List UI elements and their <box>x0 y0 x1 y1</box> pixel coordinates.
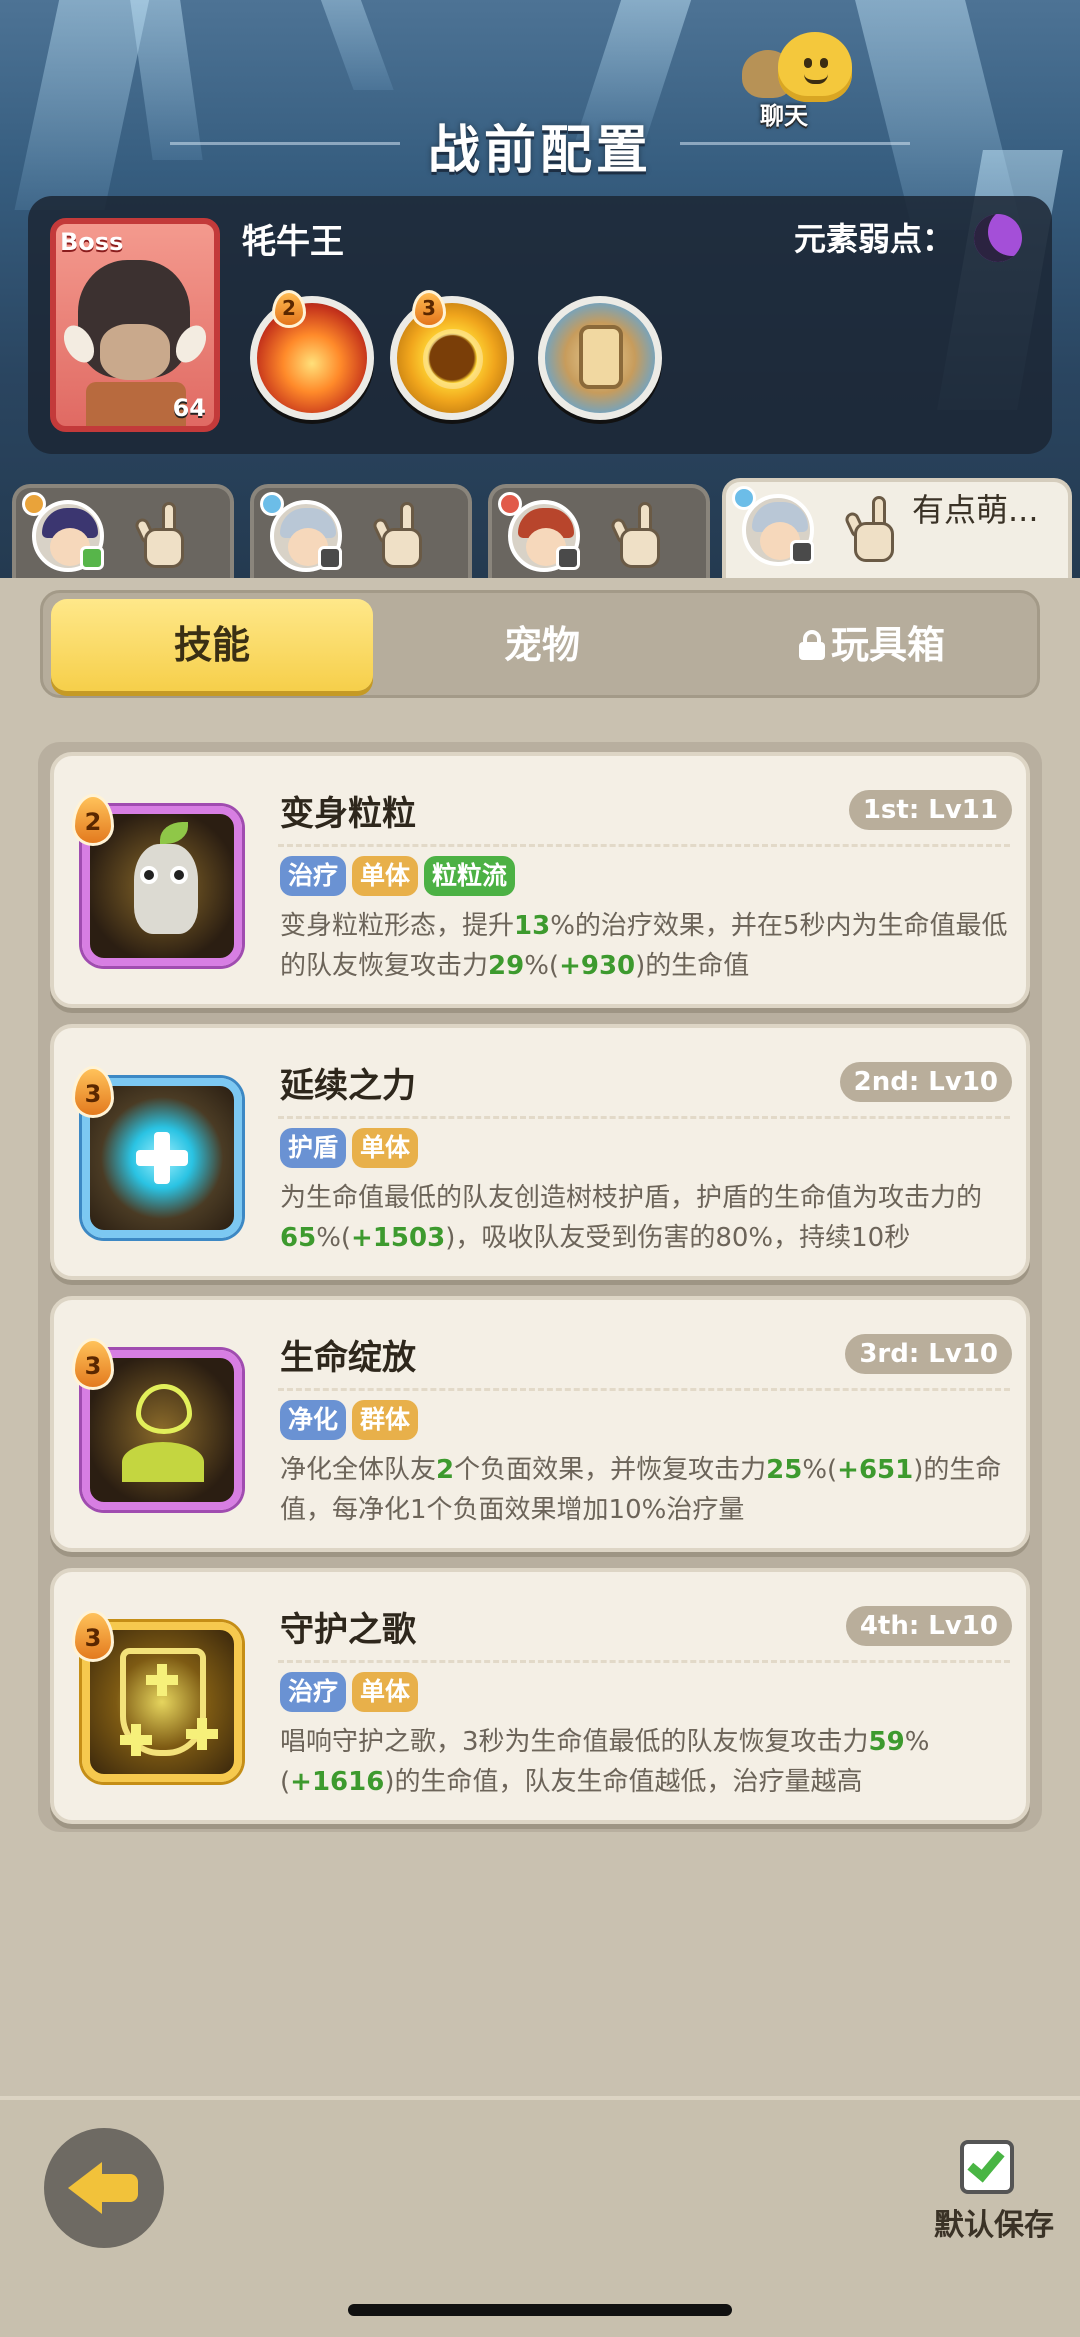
chat-label: 聊天 <box>760 102 808 130</box>
hero-name: 有点萌... <box>912 491 1039 529</box>
bottom-bar <box>0 2096 1080 2337</box>
skill-description: 变身粒粒形态，提升13%的治疗效果，并在5秒内为生命值最低的队友恢复攻击力29%… <box>280 911 1008 981</box>
energy-cost-badge: 3 <box>412 286 448 330</box>
skill-card[interactable]: 3 守护之歌 4th: Lv10 治疗 单体 唱响守护之歌，3秒为生命值最低的队友… <box>50 1568 1030 1824</box>
skill-level: 3rd: Lv10 <box>845 1334 1012 1374</box>
boss-info-panel: Boss 64 牦牛王 元素弱点： 2 3 <box>28 196 1052 454</box>
golden-ring-icon[interactable] <box>390 296 514 420</box>
skill-level: 2nd: Lv10 <box>839 1062 1012 1102</box>
skill-tag: 单体 <box>352 856 419 896</box>
page-title: 战前配置 <box>427 121 652 181</box>
energy-cost-badge: 3 <box>72 1610 116 1666</box>
boss-portrait[interactable]: Boss 64 <box>50 218 220 432</box>
home-indicator <box>348 2304 732 2316</box>
finger-snap-icon <box>133 496 194 572</box>
divider <box>278 1388 1010 1391</box>
stone-fist-icon[interactable] <box>538 296 662 420</box>
water-icon <box>260 492 284 516</box>
skill-card[interactable]: 3 生命绽放 3rd: Lv10 净化 群体 净化全体队友2个负面效果，并恢复攻击… <box>50 1296 1030 1552</box>
skill-name: 守护之歌 <box>280 1610 416 1650</box>
tab-skills[interactable]: 技能 <box>51 599 373 691</box>
skill-description: 为生命值最低的队友创造树枝护盾，护盾的生命值为攻击力的65%(+1503)，吸收… <box>280 1183 983 1253</box>
skill-card[interactable]: 2 变身粒粒 1st: Lv11 治疗 单体 粒粒流 变身粒粒形态，提升13%的治疗… <box>50 752 1030 1008</box>
fire-claw-icon[interactable] <box>250 296 374 420</box>
skill-tag: 粒粒流 <box>424 856 516 896</box>
default-save-checkbox[interactable] <box>960 2140 1014 2194</box>
skill-card[interactable]: 3 延续之力 2nd: Lv10 护盾 单体 为生命值最低的队友创造树枝护盾，护盾… <box>50 1024 1030 1280</box>
hero-tab-2[interactable] <box>250 484 472 580</box>
water-icon <box>732 486 756 510</box>
moon-icon[interactable] <box>974 214 1022 262</box>
boss-level: 64 <box>172 394 206 422</box>
skill-name: 生命绽放 <box>280 1338 416 1378</box>
finger-snap-icon <box>609 496 670 572</box>
hero-tab-3[interactable] <box>488 484 710 580</box>
skill-tag: 治疗 <box>280 1672 347 1712</box>
boss-name: 牦牛王 <box>242 222 344 262</box>
fire-icon <box>498 492 522 516</box>
role-icon <box>790 540 814 564</box>
category-tabs: 技能 宠物 玩具箱 <box>40 590 1040 698</box>
skill-description: 唱响守护之歌，3秒为生命值最低的队友恢复攻击力59%(+1616)的生命值，队友… <box>280 1727 930 1797</box>
divider <box>278 844 1010 847</box>
boss-tag: Boss <box>60 228 124 256</box>
skill-name: 变身粒粒 <box>280 794 416 834</box>
tab-toybox-label: 玩具箱 <box>830 623 945 667</box>
chat-button[interactable]: 聊天 <box>742 28 862 130</box>
skill-tag: 护盾 <box>280 1128 347 1168</box>
skill-tag: 净化 <box>280 1400 347 1440</box>
finger-snap-icon <box>843 490 904 566</box>
hero-tab-1[interactable] <box>12 484 234 580</box>
role-icon <box>556 546 580 570</box>
crystal-decoration <box>306 0 394 90</box>
skill-level: 4th: Lv10 <box>845 1606 1012 1646</box>
skill-tag: 群体 <box>352 1400 419 1440</box>
tab-toybox[interactable]: 玩具箱 <box>711 599 1033 691</box>
smiley-icon <box>778 32 852 102</box>
skill-tag: 单体 <box>352 1128 419 1168</box>
hero-tab-4[interactable]: 有点萌... <box>722 478 1072 582</box>
back-arrow-icon <box>68 2162 140 2214</box>
divider <box>278 1660 1010 1663</box>
back-button[interactable] <box>44 2128 164 2248</box>
lightning-icon <box>22 492 46 516</box>
lock-icon <box>798 630 825 660</box>
tab-pets[interactable]: 宠物 <box>381 599 703 691</box>
energy-cost-badge: 3 <box>72 1338 116 1394</box>
skill-list: 2 变身粒粒 1st: Lv11 治疗 单体 粒粒流 变身粒粒形态，提升13%的治疗… <box>38 742 1042 1832</box>
checkmark-icon <box>967 2143 1005 2183</box>
skill-level: 1st: Lv11 <box>848 790 1012 830</box>
energy-cost-badge: 2 <box>72 794 116 850</box>
element-weakness-label: 元素弱点： <box>794 220 955 258</box>
energy-cost-badge: 3 <box>72 1066 116 1122</box>
role-icon <box>318 546 342 570</box>
skill-tag: 治疗 <box>280 856 347 896</box>
role-icon <box>80 546 104 570</box>
divider <box>278 1116 1010 1119</box>
energy-cost-badge: 2 <box>272 286 308 330</box>
skill-tag: 单体 <box>352 1672 419 1712</box>
skill-name: 延续之力 <box>280 1066 416 1106</box>
default-save-label[interactable]: 默认保存 <box>934 2200 1054 2244</box>
skill-description: 净化全体队友2个负面效果，并恢复攻击力25%(+651)的生命值，每净化1个负面… <box>280 1455 1002 1525</box>
finger-snap-icon <box>371 496 432 572</box>
